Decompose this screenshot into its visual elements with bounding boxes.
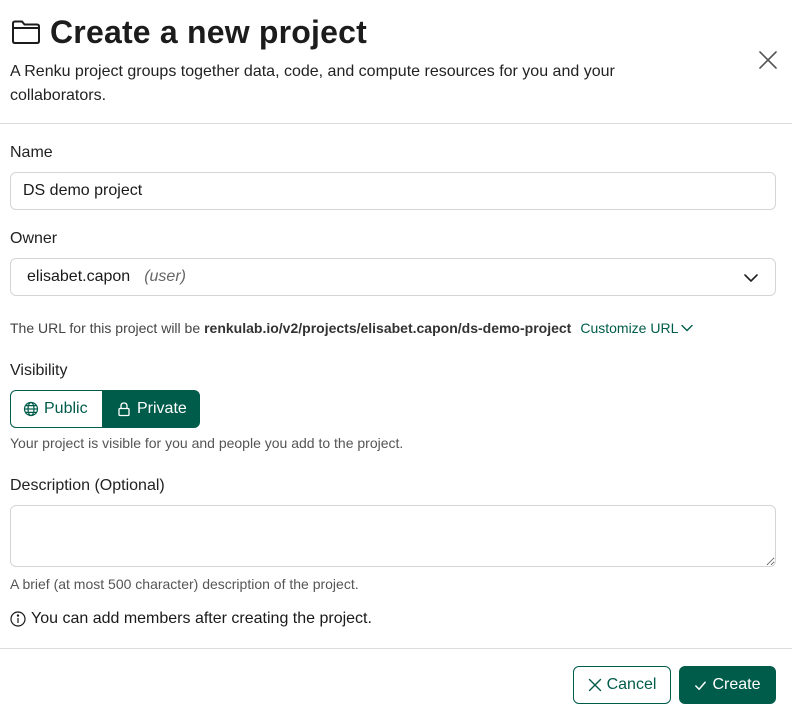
visibility-private-button[interactable]: Private bbox=[102, 390, 200, 428]
modal-header: Create a new project A Renku project gro… bbox=[0, 0, 792, 124]
visibility-public-button[interactable]: Public bbox=[10, 390, 102, 428]
owner-select[interactable]: elisabet.capon (user) bbox=[10, 258, 776, 296]
visibility-toggle: Public Private bbox=[10, 390, 200, 428]
chevron-down-icon bbox=[681, 324, 694, 332]
folder-icon bbox=[10, 16, 42, 48]
check-icon bbox=[695, 681, 707, 690]
lock-icon bbox=[118, 402, 130, 417]
close-icon bbox=[588, 678, 601, 692]
description-label: Description (Optional) bbox=[10, 477, 165, 494]
visibility-public-label: Public bbox=[44, 400, 88, 417]
name-input[interactable] bbox=[10, 172, 776, 210]
description-help: A brief (at most 500 character) descript… bbox=[10, 576, 359, 592]
cancel-button[interactable]: Cancel bbox=[573, 666, 671, 704]
owner-value: elisabet.capon bbox=[27, 268, 131, 285]
create-project-modal: Create a new project A Renku project gro… bbox=[0, 0, 792, 719]
description-textarea[interactable] bbox=[10, 505, 776, 567]
members-info: You can add members after creating the p… bbox=[10, 610, 372, 628]
create-label: Create bbox=[712, 676, 761, 693]
customize-url-link[interactable]: Customize URL bbox=[580, 320, 694, 336]
create-button[interactable]: Create bbox=[679, 666, 776, 704]
visibility-help: Your project is visible for you and peop… bbox=[10, 435, 404, 451]
info-icon bbox=[10, 611, 26, 627]
chevron-down-icon bbox=[744, 274, 758, 282]
title-row: Create a new project bbox=[10, 12, 367, 52]
customize-url-label: Customize URL bbox=[580, 320, 679, 336]
owner-type-note: (user) bbox=[144, 268, 186, 285]
url-prefix: The URL for this project will be bbox=[10, 320, 201, 336]
page-title: Create a new project bbox=[50, 14, 367, 50]
owner-label: Owner bbox=[10, 230, 58, 247]
close-button[interactable] bbox=[756, 48, 780, 72]
project-url-line: The URL for this project will be renkula… bbox=[10, 320, 694, 336]
cancel-label: Cancel bbox=[606, 676, 657, 693]
page-subtitle: A Renku project groups together data, co… bbox=[10, 63, 615, 104]
members-info-text: You can add members after creating the p… bbox=[31, 610, 372, 627]
project-url: renkulab.io/v2/projects/elisabet.capon/d… bbox=[204, 320, 572, 336]
close-icon bbox=[759, 51, 777, 69]
modal-footer: Cancel Create bbox=[0, 648, 792, 719]
visibility-label: Visibility bbox=[10, 362, 68, 379]
visibility-private-label: Private bbox=[137, 400, 187, 417]
globe-icon bbox=[23, 401, 39, 417]
name-label: Name bbox=[10, 144, 53, 161]
